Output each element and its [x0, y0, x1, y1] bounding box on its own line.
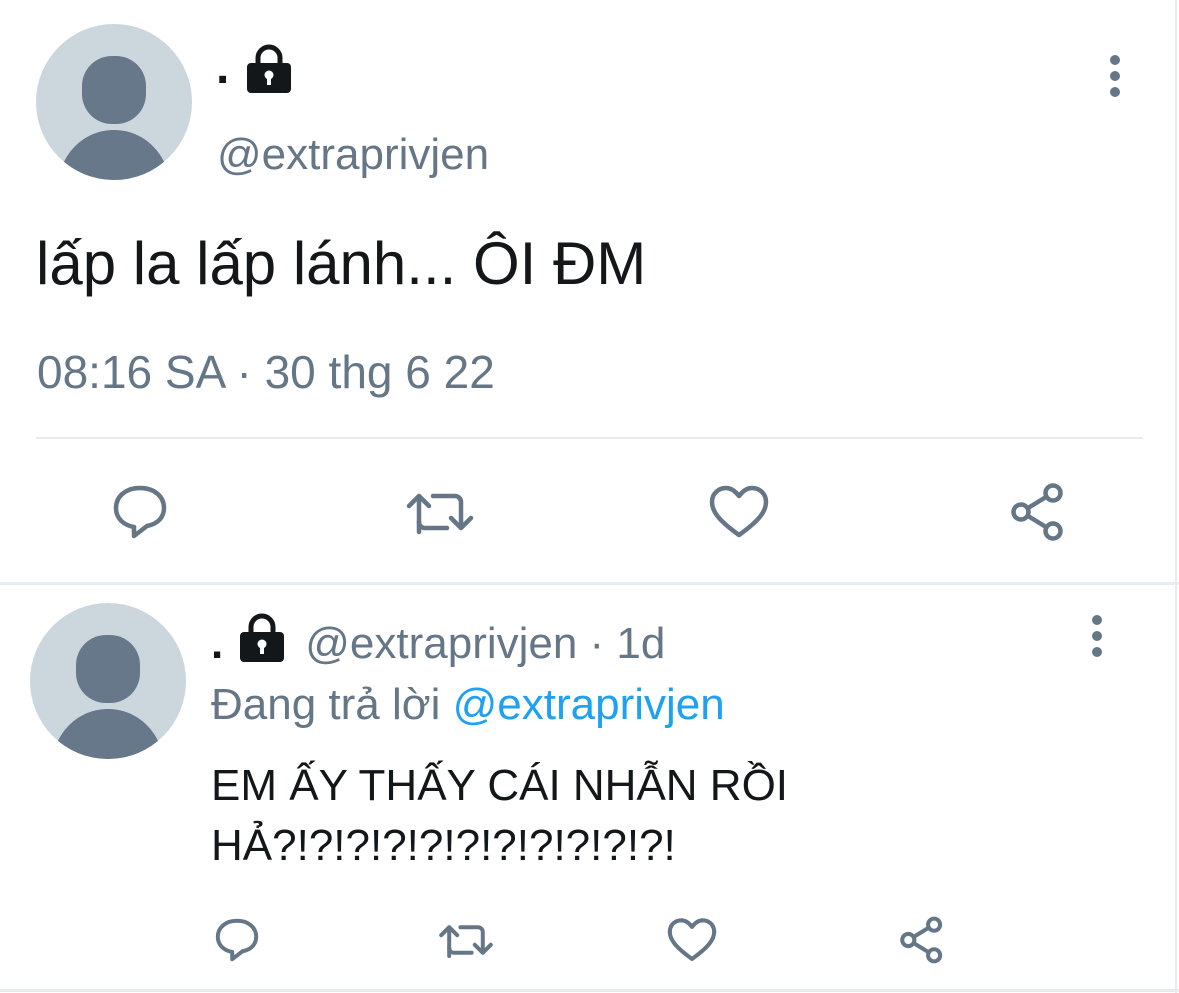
reply-icon [113, 485, 167, 539]
replying-to-line: Đang trả lời @extraprivjen [211, 677, 725, 733]
handle[interactable]: @extraprivjen [217, 128, 489, 182]
retweet-icon [406, 493, 474, 535]
like-button[interactable] [704, 480, 774, 544]
replying-prefix: Đang trả lời [211, 680, 441, 729]
default-avatar-icon [52, 635, 164, 759]
more-options-icon[interactable] [1080, 614, 1114, 658]
retweet-icon [439, 925, 493, 958]
tweet-text-line: EM ẤY THẤY CÁI NHẪN RỒI [211, 761, 789, 810]
reply-header: . @extraprivjen · 1d [211, 612, 665, 676]
right-border [1175, 0, 1177, 993]
divider [36, 437, 1143, 439]
bottom-divider [0, 989, 1179, 992]
share-icon [900, 916, 943, 964]
heart-icon [709, 485, 769, 538]
like-button[interactable] [664, 912, 720, 968]
handle-and-time[interactable]: @extraprivjen · 1d [305, 616, 665, 672]
tweet-text: EM ẤY THẤY CÁI NHẪN RỒI HẢ?!?!?!?!?!?!?!… [211, 756, 1111, 876]
reply-button[interactable] [210, 912, 264, 968]
retweet-button[interactable] [403, 480, 477, 544]
tweet-text-line: HẢ?!?!?!?!?!?!?!?!?!?!?! [211, 821, 676, 870]
avatar[interactable] [30, 603, 186, 759]
reply-icon [215, 918, 259, 962]
heart-icon [667, 918, 717, 961]
display-name[interactable]: . [211, 616, 223, 672]
avatar[interactable] [36, 24, 192, 180]
more-options-icon[interactable] [1098, 54, 1132, 98]
reply-button[interactable] [105, 480, 175, 544]
timestamp[interactable]: 08:16 SA · 30 thg 6 22 [37, 342, 495, 402]
retweet-button[interactable] [436, 912, 496, 968]
replying-to-link[interactable]: @extraprivjen [453, 680, 725, 729]
lock-icon [237, 612, 287, 676]
display-name[interactable]: . [216, 38, 229, 98]
share-button[interactable] [894, 912, 950, 968]
lock-icon [244, 43, 294, 98]
share-icon [1011, 483, 1063, 541]
section-divider [0, 582, 1179, 585]
tweet-text: lấp la lấp lánh... ÔI ĐM [36, 230, 647, 297]
default-avatar-icon [58, 56, 170, 180]
share-button[interactable] [1003, 480, 1073, 544]
